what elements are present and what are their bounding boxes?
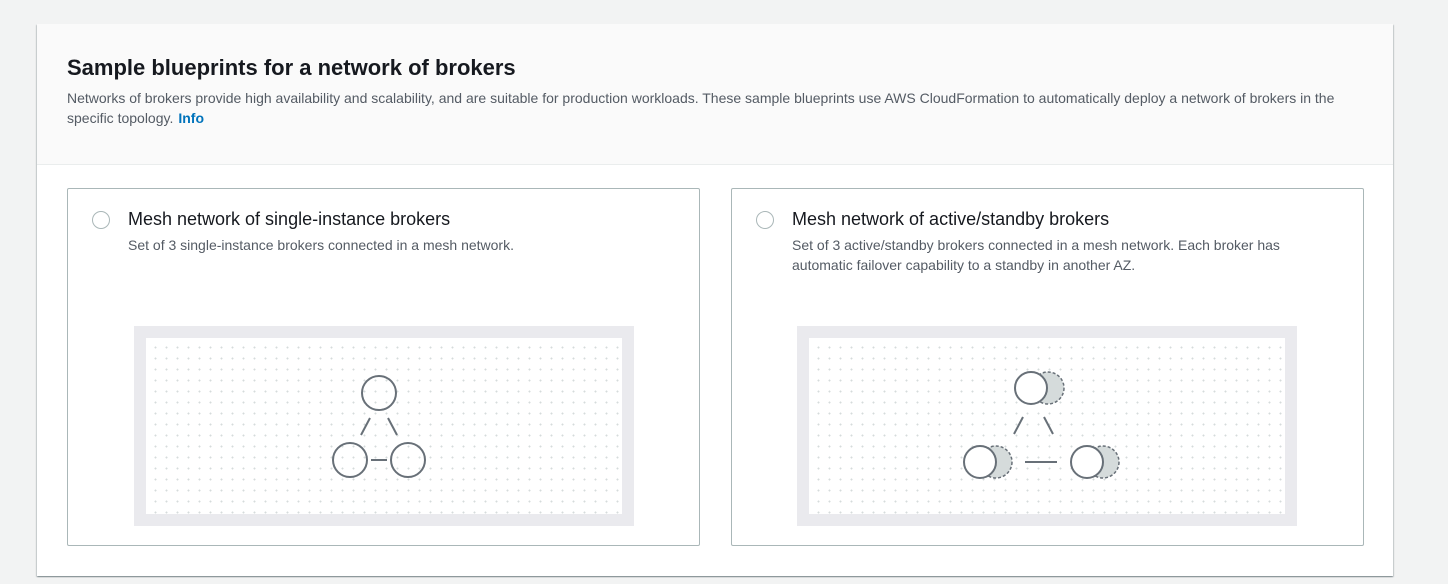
mesh-topology-standby-icon (963, 371, 1120, 479)
broker-node-top (1014, 371, 1048, 405)
option-card-mesh-single-instance[interactable]: Mesh network of single-instance brokers … (67, 188, 700, 546)
section-description: Networks of brokers provide high availab… (67, 88, 1361, 128)
option-card-mesh-active-standby[interactable]: Mesh network of active/standby brokers S… (731, 188, 1364, 546)
radio-button-mesh-single-instance[interactable] (92, 211, 110, 229)
mesh-topology-icon (332, 375, 426, 478)
broker-node-bottom-right (1070, 445, 1104, 479)
option-title: Mesh network of single-instance brokers (128, 209, 451, 229)
diagram-canvas (809, 338, 1285, 514)
option-title: Mesh network of active/standby brokers (792, 209, 1110, 229)
option-description: Set of 3 single-instance brokers connect… (128, 237, 514, 253)
option-description: Set of 3 active/standby brokers connecte… (792, 237, 1280, 273)
section-title: Sample blueprints for a network of broke… (67, 55, 516, 80)
broker-node-bottom-right (390, 442, 426, 478)
mesh-link-left (360, 417, 371, 436)
panel-header: Sample blueprints for a network of broke… (37, 24, 1393, 165)
broker-node-top (361, 375, 397, 411)
mesh-link-right (1043, 416, 1054, 435)
blueprints-panel: Sample blueprints for a network of broke… (37, 24, 1393, 576)
mesh-active-standby-diagram (797, 326, 1297, 526)
mesh-single-instance-diagram (134, 326, 634, 526)
radio-button-mesh-active-standby[interactable] (756, 211, 774, 229)
diagram-canvas (146, 338, 622, 514)
description-text: Networks of brokers provide high availab… (67, 90, 1335, 126)
info-link[interactable]: Info (178, 110, 204, 126)
broker-node-bottom-left (332, 442, 368, 478)
mesh-link-right (387, 417, 398, 436)
mesh-link-left (1013, 416, 1024, 435)
broker-node-bottom-left (963, 445, 997, 479)
